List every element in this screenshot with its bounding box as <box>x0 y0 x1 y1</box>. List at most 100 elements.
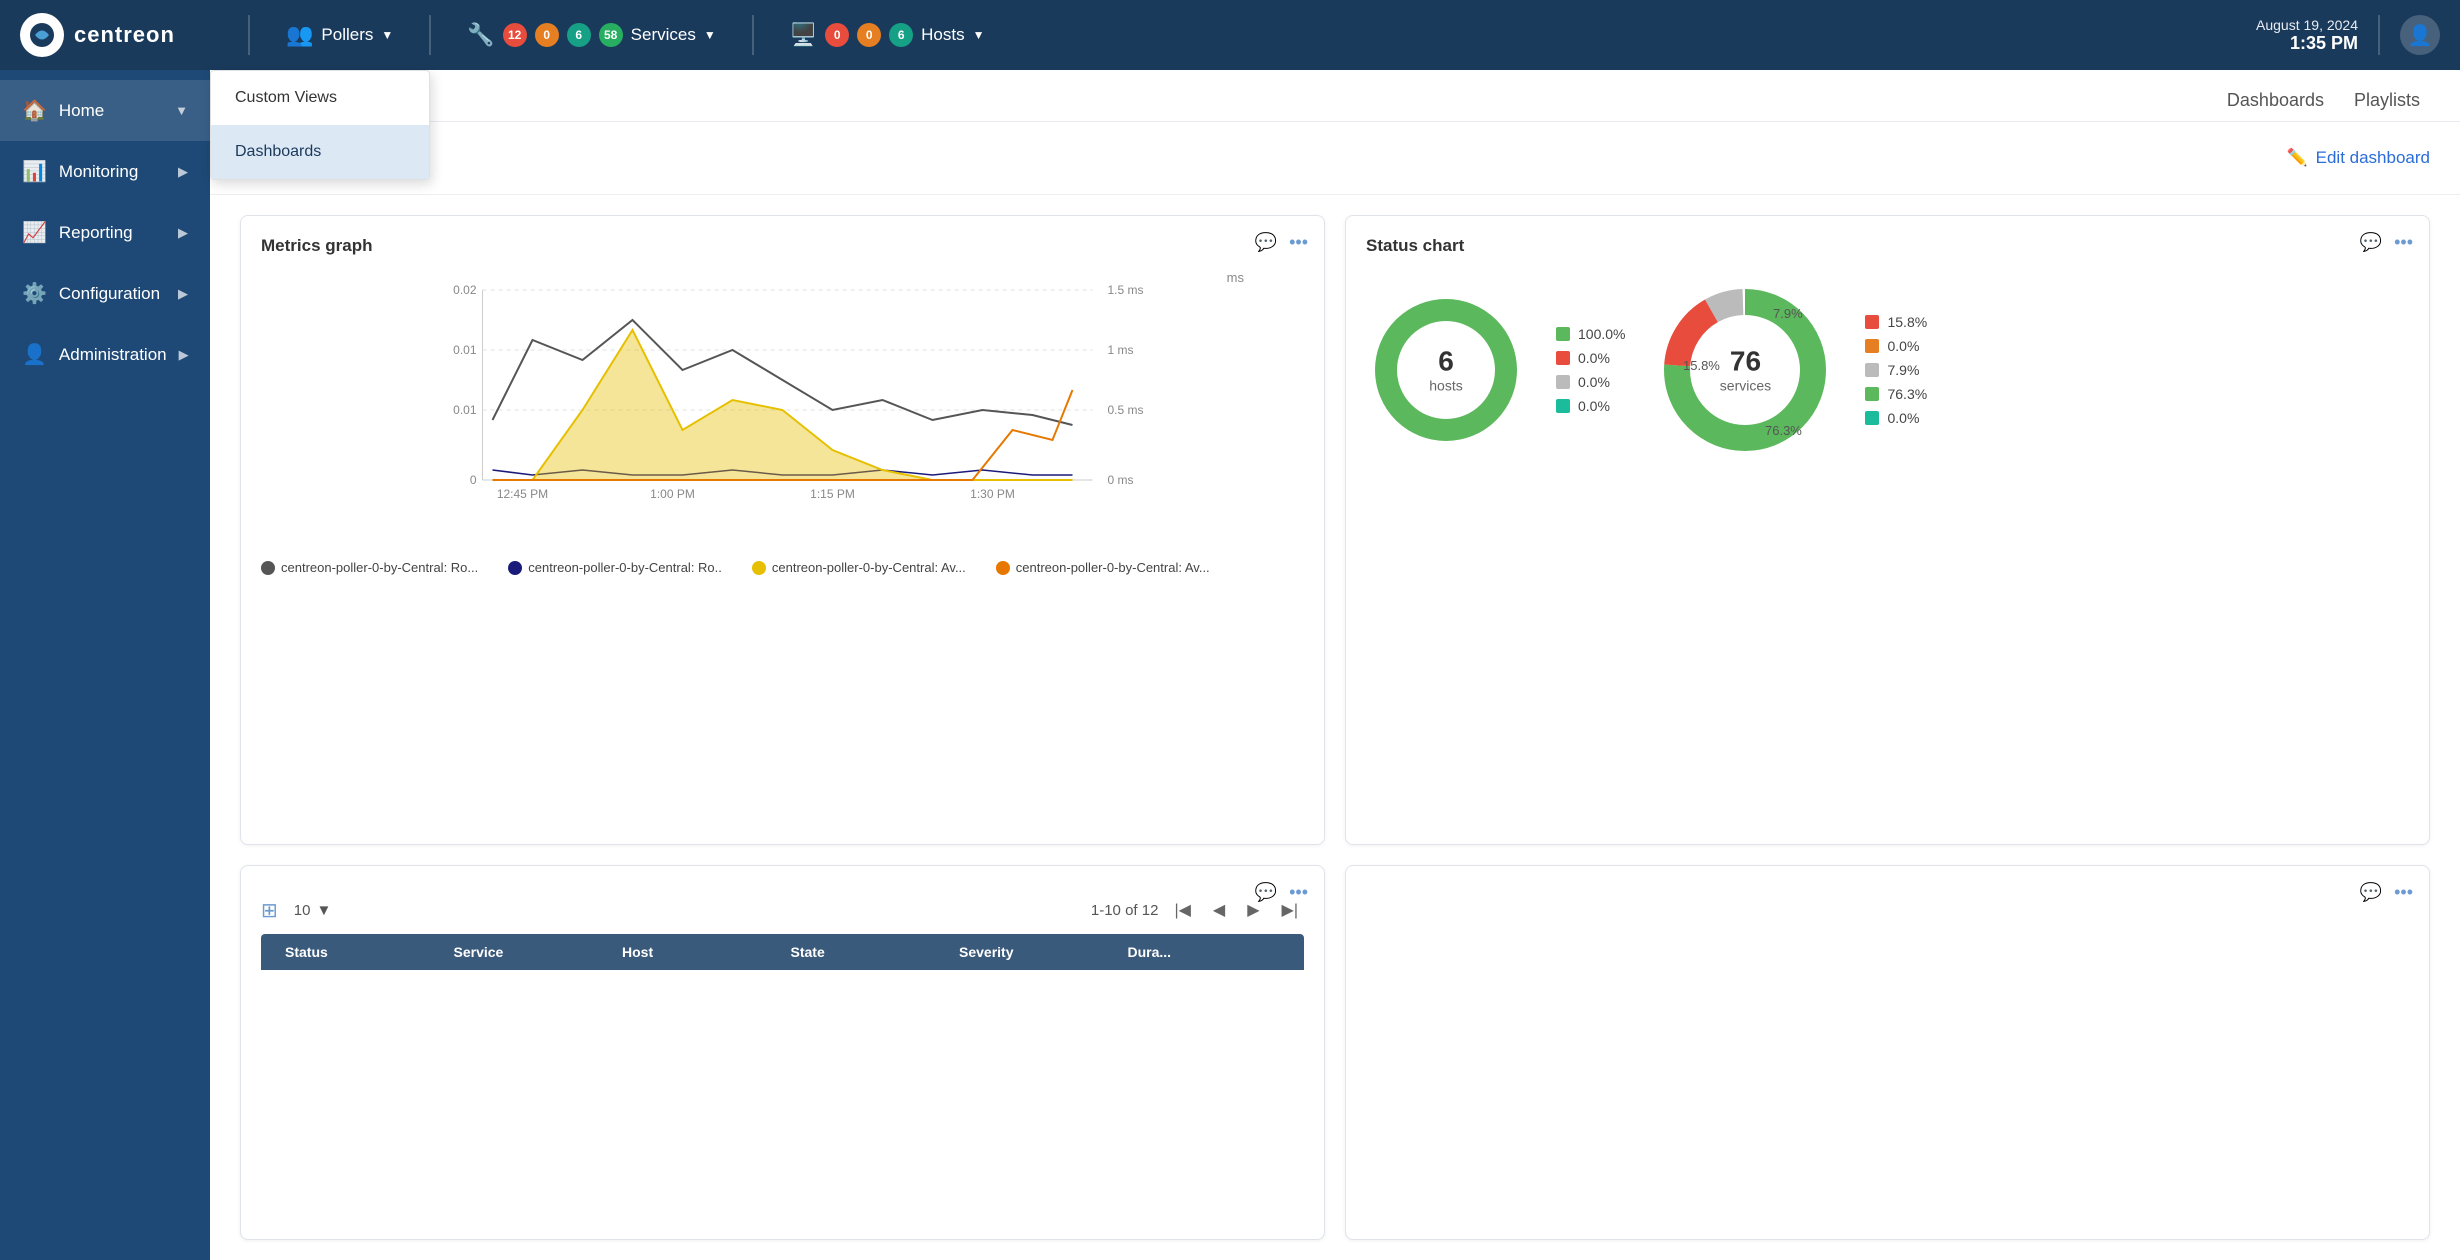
services-dot-red <box>1865 315 1879 329</box>
services-dot-green <box>1865 387 1879 401</box>
legend-label-2: centreon-poller-0-by-Central: Ro.. <box>528 560 722 575</box>
legend-dot-2 <box>508 561 522 575</box>
svg-text:1.5 ms: 1.5 ms <box>1108 283 1144 297</box>
hosts-label: hosts <box>1429 377 1462 393</box>
services-legend-item-2: 0.0% <box>1865 338 1927 354</box>
user-avatar[interactable]: 👤 <box>2400 15 2440 55</box>
hosts-legend-item-1: 100.0% <box>1556 326 1625 342</box>
metrics-chat-icon[interactable]: 💬 <box>1255 232 1277 253</box>
current-date: August 19, 2024 <box>2256 17 2358 33</box>
administration-expand-icon: ▶ <box>179 347 189 363</box>
services-legend-item-1: 15.8% <box>1865 314 1927 330</box>
table-header: Status Service Host State Severity Dura.… <box>261 934 1304 970</box>
legend-dot-4 <box>996 561 1010 575</box>
hosts-dot-red <box>1556 351 1570 365</box>
hosts-dot-teal <box>1556 399 1570 413</box>
logo-icon <box>20 13 64 57</box>
services-center-text: 76 services <box>1720 347 1771 394</box>
svg-text:1:00 PM: 1:00 PM <box>650 487 695 501</box>
legend-item-2: centreon-poller-0-by-Central: Ro.. <box>508 560 722 575</box>
sidebar-item-reporting[interactable]: 📈 Reporting ▶ <box>0 202 210 263</box>
sidebar-administration-label: Administration <box>59 345 167 365</box>
dropdown-dashboards[interactable]: Dashboards <box>211 125 429 179</box>
svg-text:76.3%: 76.3% <box>1765 423 1802 438</box>
widgets-grid: 💬 ••• Metrics graph ms <box>210 195 2460 1260</box>
status-chart-title: Status chart <box>1366 236 2409 256</box>
dropdown-custom-views[interactable]: Custom Views <box>211 71 429 125</box>
svg-text:12:45 PM: 12:45 PM <box>497 487 548 501</box>
services-legend: 15.8% 0.0% 7.9% 76.3% <box>1865 314 1927 426</box>
rows-count: 10 <box>294 902 311 919</box>
sidebar-item-monitoring[interactable]: 📊 Monitoring ▶ <box>0 141 210 202</box>
legend-label-4: centreon-poller-0-by-Central: Av... <box>1016 560 1210 575</box>
nav-divider-2 <box>429 15 431 55</box>
bottom-right-chat-icon[interactable]: 💬 <box>2360 882 2382 903</box>
nav-divider-1 <box>248 15 250 55</box>
edit-dashboard-button[interactable]: ✏️ Edit dashboard <box>2286 148 2430 168</box>
table-more-icon[interactable]: ••• <box>1289 882 1308 903</box>
sidebar-item-administration[interactable]: 👤 Administration ▶ <box>0 324 210 385</box>
sidebar-item-home[interactable]: 🏠 Home ▼ <box>0 80 210 141</box>
metrics-graph-svg: 0.02 0.01 0.01 0 1.5 ms 1 ms 0.5 ms 0 ms… <box>261 270 1304 530</box>
th-duration: Dura... <box>1120 944 1289 960</box>
svg-text:0: 0 <box>470 473 477 487</box>
graph-legend: centreon-poller-0-by-Central: Ro... cent… <box>261 560 1304 575</box>
administration-icon: 👤 <box>22 342 47 367</box>
sidebar: 🏠 Home ▼ 📊 Monitoring ▶ 📈 Reporting ▶ ⚙️… <box>0 70 210 1260</box>
prev-page-button[interactable]: ◀ <box>1207 896 1231 924</box>
svg-text:0.01: 0.01 <box>453 343 477 357</box>
main-layout: 🏠 Home ▼ 📊 Monitoring ▶ 📈 Reporting ▶ ⚙️… <box>0 70 2460 1260</box>
playlists-nav-link[interactable]: Playlists <box>2354 90 2420 111</box>
monitoring-icon: 📊 <box>22 159 47 184</box>
legend-item-4: centreon-poller-0-by-Central: Av... <box>996 560 1210 575</box>
table-widget-header: 💬 ••• <box>1255 882 1308 903</box>
hosts-pct-3: 0.0% <box>1578 374 1610 390</box>
th-severity: Severity <box>951 944 1120 960</box>
logo-area: centreon <box>20 13 230 57</box>
sidebar-item-configuration[interactable]: ⚙️ Configuration ▶ <box>0 263 210 324</box>
metrics-graph-area: ms 0.02 0.01 0.01 0 <box>261 270 1304 550</box>
th-status: Status <box>277 944 446 960</box>
bottom-right-widget: 💬 ••• <box>1345 865 2430 1240</box>
svg-text:0.01: 0.01 <box>453 403 477 417</box>
hosts-nav[interactable]: 🖥️ 0 0 6 Hosts ▼ <box>772 0 1003 70</box>
metrics-more-icon[interactable]: ••• <box>1289 232 1308 253</box>
content-area: Dashboards Playlists ⚙ ↗ ↺ ✏️ Edit dashb… <box>210 70 2460 1260</box>
svg-text:7.9%: 7.9% <box>1773 306 1803 321</box>
pollers-nav[interactable]: 👥 Pollers ▼ <box>268 0 411 70</box>
services-legend-item-5: 0.0% <box>1865 410 1927 426</box>
hosts-legend-item-2: 0.0% <box>1556 350 1625 366</box>
status-chat-icon[interactable]: 💬 <box>2360 232 2382 253</box>
th-service: Service <box>446 944 615 960</box>
legend-dot-1 <box>261 561 275 575</box>
services-pct-4: 76.3% <box>1887 386 1927 402</box>
first-page-button[interactable]: |◀ <box>1168 896 1196 924</box>
services-badge-orange: 0 <box>535 23 559 47</box>
dashboards-nav-link[interactable]: Dashboards <box>2227 90 2324 111</box>
status-chart-widget: 💬 ••• Status chart 6 hosts <box>1345 215 2430 845</box>
rows-per-page-select[interactable]: 10 ▼ <box>294 902 332 919</box>
legend-dot-3 <box>752 561 766 575</box>
status-chart-content: 6 hosts 100.0% 0.0% <box>1366 270 2409 470</box>
services-nav[interactable]: 🔧 12 0 6 58 Services ▼ <box>449 0 733 70</box>
table-chat-icon[interactable]: 💬 <box>1255 882 1277 903</box>
sidebar-monitoring-label: Monitoring <box>59 162 138 182</box>
rows-chevron: ▼ <box>316 902 331 919</box>
services-icon: 🔧 <box>467 22 494 48</box>
y-axis-label: ms <box>1227 270 1244 285</box>
bottom-right-more-icon[interactable]: ••• <box>2394 882 2413 903</box>
th-host: Host <box>614 944 783 960</box>
hosts-chevron: ▼ <box>973 28 985 42</box>
legend-item-1: centreon-poller-0-by-Central: Ro... <box>261 560 478 575</box>
columns-view-icon[interactable]: ⊞ <box>261 898 278 923</box>
metrics-graph-title: Metrics graph <box>261 236 1304 256</box>
content-header-nav: Dashboards Playlists <box>2227 90 2420 111</box>
status-more-icon[interactable]: ••• <box>2394 232 2413 253</box>
hosts-label: Hosts <box>921 25 964 45</box>
metrics-graph-header: 💬 ••• <box>1255 232 1308 253</box>
datetime-display: August 19, 2024 1:35 PM <box>2256 17 2358 54</box>
pollers-icon: 👥 <box>286 22 313 48</box>
hosts-badge-teal: 6 <box>889 23 913 47</box>
legend-item-3: centreon-poller-0-by-Central: Av... <box>752 560 966 575</box>
services-label: Services <box>631 25 696 45</box>
